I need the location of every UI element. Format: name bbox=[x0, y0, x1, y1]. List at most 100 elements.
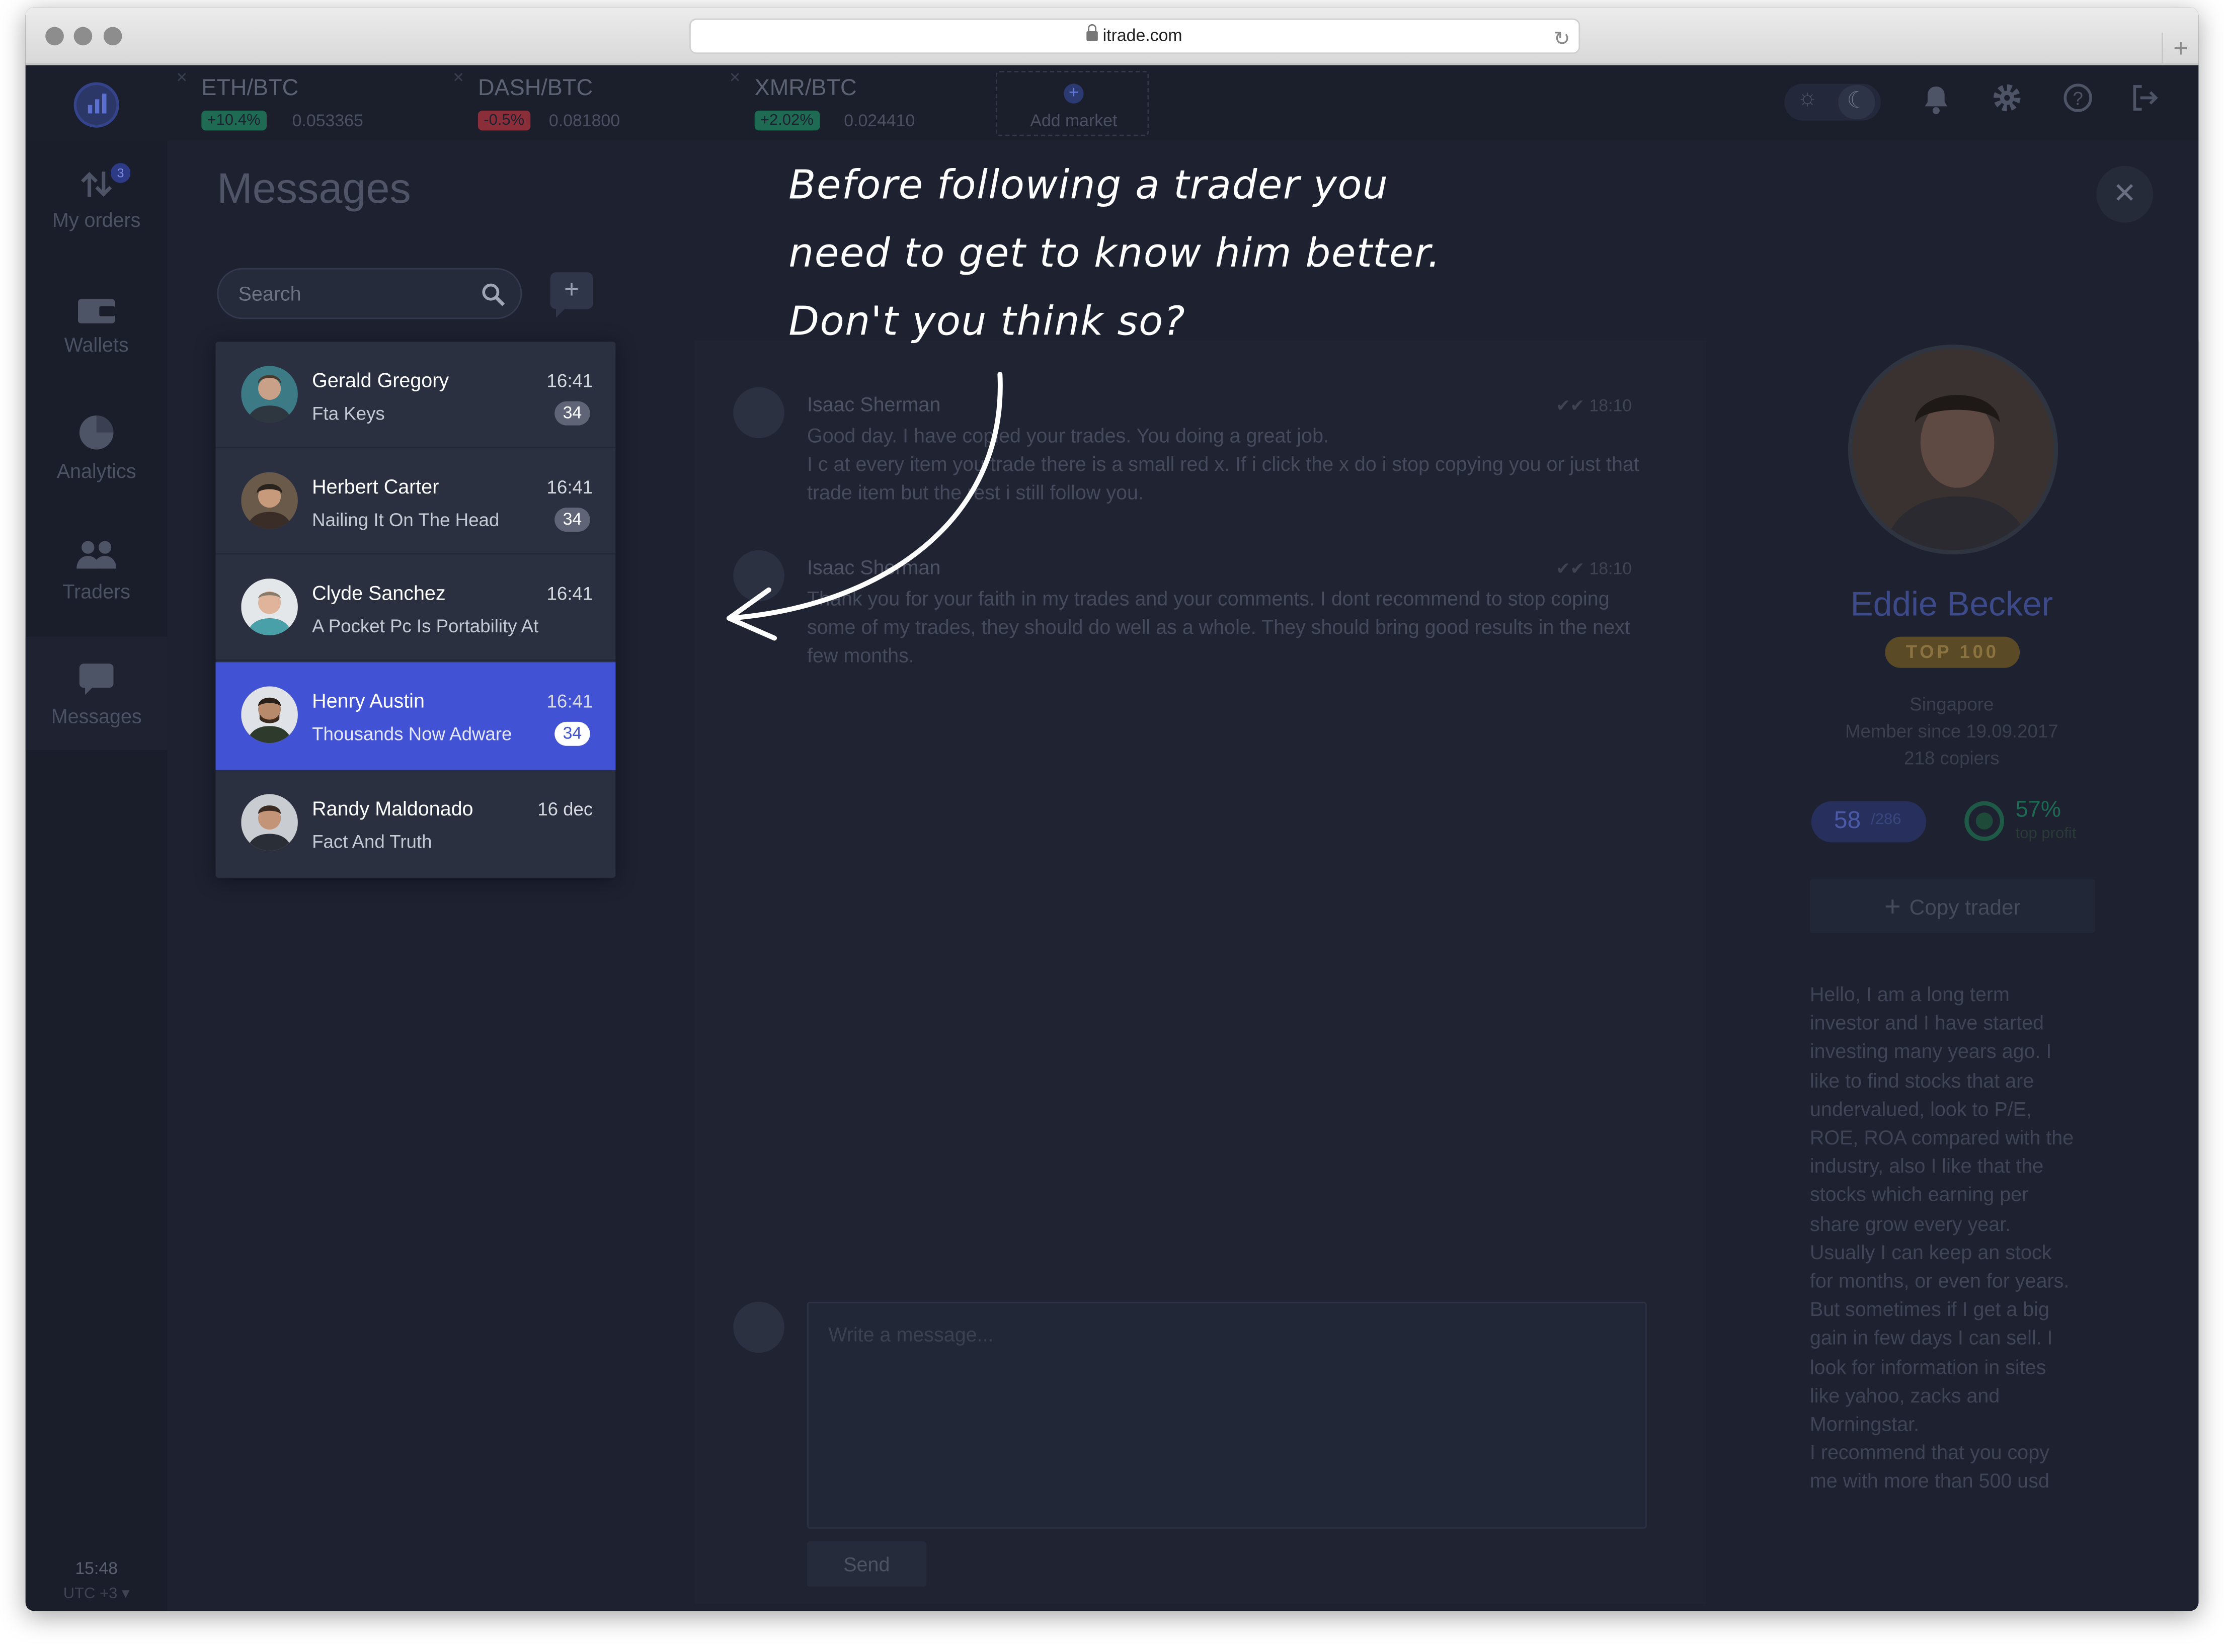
trader-bio: Hello, I am a long term investor and I h… bbox=[1809, 982, 2074, 1493]
avatar bbox=[241, 686, 298, 744]
conversation-preview: Fta Keys bbox=[312, 402, 385, 424]
sidebar: My orders 3 Wallets Analytics Traders Me… bbox=[25, 140, 168, 1611]
trader-member-since: Member since 19.09.2017 bbox=[1845, 720, 2058, 742]
app-logo[interactable] bbox=[73, 82, 119, 128]
conversation-name: Gerald Gregory bbox=[312, 368, 449, 392]
orders-badge: 3 bbox=[110, 163, 131, 183]
my-avatar bbox=[733, 1301, 784, 1353]
rank-total: /286 bbox=[1871, 811, 1901, 829]
conversation-list: Gerald Gregory Fta Keys 16:41 34 Herbert… bbox=[215, 342, 616, 878]
clock-time: 15:48 bbox=[75, 1558, 118, 1579]
unread-count-badge: 34 bbox=[554, 721, 590, 746]
conversation-item-selected[interactable]: Henry Austin Thousands Now Adware 16:41 … bbox=[215, 662, 616, 770]
new-tab-button[interactable]: + bbox=[2162, 32, 2198, 65]
zoom-window-dot[interactable] bbox=[103, 27, 122, 46]
gear-icon[interactable] bbox=[1992, 82, 2023, 122]
profit-ring-icon bbox=[1964, 801, 2005, 841]
avatar bbox=[241, 794, 298, 851]
market-change: -0.5% bbox=[478, 110, 530, 131]
conversation-item[interactable]: Clyde Sanchez A Pocket Pc Is Portability… bbox=[215, 554, 616, 661]
unread-count-badge: 34 bbox=[554, 401, 590, 426]
sidebar-item-traders[interactable]: Traders bbox=[26, 537, 168, 625]
conversation-time: 16:41 bbox=[546, 690, 593, 712]
minimize-window-dot[interactable] bbox=[73, 27, 93, 46]
market-change: +2.02% bbox=[754, 110, 820, 131]
market-name: XMR/BTC bbox=[754, 76, 857, 101]
page-title: Messages bbox=[217, 166, 411, 213]
search-input[interactable] bbox=[238, 278, 465, 309]
conversation-item[interactable]: Herbert Carter Nailing It On The Head 16… bbox=[215, 448, 616, 555]
sidebar-item-wallets[interactable]: Wallets bbox=[26, 296, 168, 381]
conversation-preview: Fact And Truth bbox=[312, 831, 432, 853]
new-message-button[interactable]: + bbox=[550, 272, 593, 318]
market-price: 0.053365 bbox=[292, 110, 363, 131]
search-icon[interactable] bbox=[481, 282, 507, 308]
add-market-button[interactable]: + Add market bbox=[995, 70, 1149, 136]
double-check-icon: ✔✔ bbox=[1556, 558, 1585, 579]
bell-icon[interactable] bbox=[1922, 84, 1950, 123]
market-name: ETH/BTC bbox=[201, 76, 299, 101]
annotation-arrow-icon bbox=[726, 372, 1003, 641]
avatar bbox=[241, 579, 298, 635]
plus-icon: + bbox=[1884, 891, 1901, 923]
trader-location: Singapore bbox=[1910, 693, 1994, 715]
wallet-icon bbox=[78, 299, 115, 323]
sidebar-item-analytics[interactable]: Analytics bbox=[26, 414, 168, 502]
top-rank-badge: TOP 100 bbox=[1885, 636, 2020, 668]
logout-icon[interactable] bbox=[2129, 82, 2160, 122]
double-check-icon: ✔✔ bbox=[1556, 395, 1585, 416]
conversation-item[interactable]: Randy Maldonado Fact And Truth 16 dec bbox=[215, 770, 615, 876]
reload-icon[interactable]: ↻ bbox=[1553, 23, 1570, 55]
close-market-icon[interactable]: ✕ bbox=[452, 71, 464, 87]
copy-trader-button[interactable]: + Copy trader bbox=[1809, 879, 2095, 933]
theme-toggle[interactable]: ☼ ☾ bbox=[1784, 84, 1881, 121]
lock-icon bbox=[1087, 24, 1099, 41]
market-change: +10.4% bbox=[201, 110, 266, 131]
close-market-icon[interactable]: ✕ bbox=[176, 71, 188, 87]
add-market-label: Add market bbox=[1030, 110, 1118, 131]
chat-bubble-icon bbox=[79, 664, 114, 695]
conversation-preview: Thousands Now Adware bbox=[312, 723, 512, 745]
message-time: ✔✔ 18:10 bbox=[1556, 395, 1632, 415]
search-box[interactable] bbox=[217, 268, 522, 319]
message-input[interactable] bbox=[807, 1301, 1647, 1529]
send-button[interactable]: Send bbox=[807, 1541, 926, 1587]
plus-icon: + bbox=[1064, 83, 1084, 104]
sidebar-item-label: Analytics bbox=[56, 459, 136, 482]
sidebar-item-label: My orders bbox=[52, 208, 141, 231]
browser-titlebar: itrade.com ↻ + bbox=[25, 7, 2199, 65]
timezone-select[interactable]: UTC +3 ▾ bbox=[26, 1584, 168, 1603]
sidebar-item-messages[interactable]: Messages bbox=[25, 636, 168, 751]
copy-trader-label: Copy trader bbox=[1909, 895, 2021, 920]
sun-icon: ☼ bbox=[1797, 86, 1818, 111]
conversation-preview: A Pocket Pc Is Portability At bbox=[312, 615, 539, 637]
close-window-dot[interactable] bbox=[45, 27, 64, 46]
sidebar-item-label: Messages bbox=[51, 704, 142, 728]
message-time: ✔✔ 18:10 bbox=[1556, 559, 1632, 579]
close-icon[interactable]: ✕ bbox=[2096, 166, 2154, 223]
conversation-time: 16 dec bbox=[537, 798, 593, 820]
annotation-text: Before following a trader you need to ge… bbox=[788, 161, 1441, 345]
users-icon bbox=[76, 541, 117, 569]
conversation-time: 16:41 bbox=[546, 583, 593, 604]
conversation-item[interactable]: Gerald Gregory Fta Keys 16:41 34 bbox=[215, 342, 616, 448]
conversation-preview: Nailing It On The Head bbox=[312, 509, 500, 531]
sidebar-item-my-orders[interactable]: My orders 3 bbox=[26, 163, 168, 254]
url-text: itrade.com bbox=[1102, 25, 1182, 46]
trader-name: Eddie Becker bbox=[1850, 586, 2053, 624]
help-icon[interactable]: ? bbox=[2062, 82, 2094, 122]
profit-percent: 57% bbox=[2015, 798, 2061, 822]
sidebar-item-label: Traders bbox=[62, 580, 130, 603]
close-market-icon[interactable]: ✕ bbox=[729, 71, 741, 87]
arrows-updown-icon bbox=[81, 172, 112, 197]
message-time-text: 18:10 bbox=[1589, 395, 1632, 416]
pie-chart-icon bbox=[79, 415, 114, 450]
unread-count-badge: 34 bbox=[554, 508, 590, 532]
compose-box bbox=[807, 1301, 1647, 1529]
conversation-name: Clyde Sanchez bbox=[312, 581, 446, 604]
market-name: DASH/BTC bbox=[478, 76, 593, 101]
conversation-time: 16:41 bbox=[546, 476, 593, 498]
conversation-name: Henry Austin bbox=[312, 689, 425, 712]
trader-avatar bbox=[1848, 344, 2058, 555]
address-bar[interactable]: itrade.com ↻ bbox=[689, 18, 1580, 55]
